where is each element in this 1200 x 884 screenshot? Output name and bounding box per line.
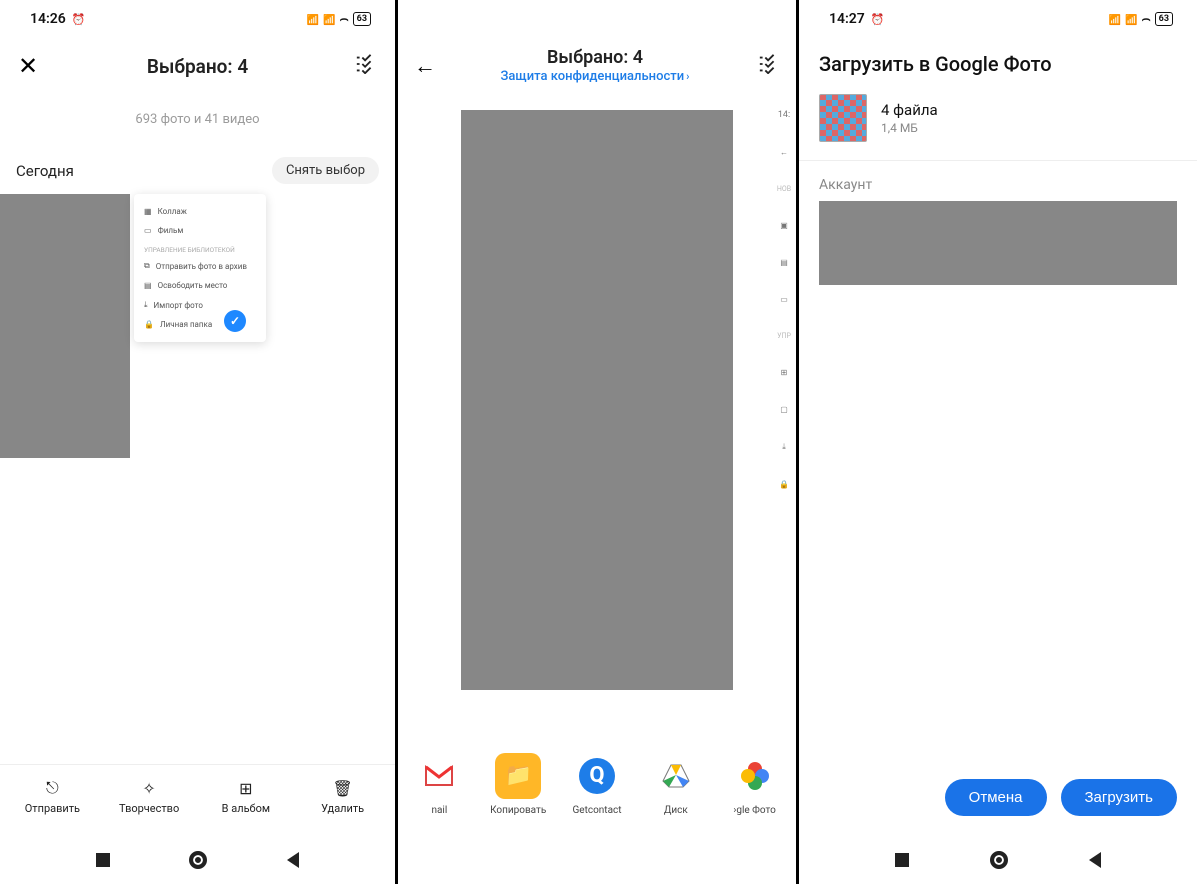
sparkle-icon: ✧ <box>139 778 159 798</box>
thumbnail-area: ▦Коллаж ▭Фильм Управление библиотекой ⧉О… <box>0 194 395 464</box>
privacy-link[interactable]: Защита конфиденциальности› <box>501 69 690 86</box>
status-time: 14:26 <box>30 11 66 27</box>
cancel-button[interactable]: Отмена <box>945 779 1047 816</box>
android-nav-bar <box>0 836 395 884</box>
gmail-icon <box>416 753 462 799</box>
back-button[interactable] <box>287 852 299 868</box>
dialog-buttons-row: Отмена Загрузить <box>799 779 1197 828</box>
menu-item-freeup[interactable]: ▤Освободить место <box>134 276 266 295</box>
menu-item-archive[interactable]: ⧉Отправить фото в архив <box>134 256 266 276</box>
share-target-copy[interactable]: 📁 Копировать <box>482 753 554 816</box>
delete-button[interactable]: 🗑 Удалить <box>299 778 387 815</box>
battery-indicator: 63 <box>353 12 371 26</box>
add-album-icon: ⊞ <box>236 778 256 798</box>
recent-apps-button[interactable] <box>895 853 909 867</box>
menu-item-film[interactable]: ▭Фильм <box>134 221 266 240</box>
share-target-gmail[interactable]: nail <box>403 753 475 816</box>
select-all-icon[interactable] <box>345 54 377 79</box>
date-section-label: Сегодня <box>16 162 74 180</box>
status-time: 14:27 <box>829 11 865 27</box>
deselect-button[interactable]: Снять выбор <box>272 157 379 184</box>
files-summary-row: 4 файла 1,4 МБ <box>799 94 1197 160</box>
screen-gallery-selection: 14:26 ⌢ 63 ✕ Выбрано: 4 693 фото и 41 ви… <box>0 0 398 884</box>
android-nav-bar <box>799 836 1197 884</box>
header-title: Выбрано: 4 <box>547 46 643 69</box>
menu-item-locked[interactable]: 🔒Личная папка <box>134 315 266 334</box>
share-target-getcontact[interactable]: Q Getcontact <box>561 753 633 816</box>
wifi-icon: ⌢ <box>1141 11 1150 27</box>
battery-indicator: 63 <box>1155 12 1173 26</box>
drawer-back-icon[interactable]: ← <box>780 148 788 157</box>
create-button[interactable]: ✧ Творчество <box>105 778 193 815</box>
rail-item-icon[interactable]: ▭ <box>780 295 788 304</box>
chevron-right-icon: › <box>686 70 689 83</box>
menu-section-label: Управление библиотекой <box>134 240 266 256</box>
google-photos-icon <box>732 753 778 799</box>
bottom-action-bar: ⎋ Отправить ✧ Творчество ⊞ В альбом 🗑 Уд… <box>0 764 395 828</box>
status-indicators: ⌢ 63 <box>307 11 371 27</box>
upload-button[interactable]: Загрузить <box>1061 779 1178 816</box>
screen-share-sheet: ← Выбрано: 4 Защита конфиденциальности› … <box>398 0 799 884</box>
menu-item-import[interactable]: ⤓Импорт фото <box>134 295 266 315</box>
drive-icon <box>653 753 699 799</box>
rail-item-icon[interactable]: ▣ <box>780 221 788 230</box>
trash-icon: 🗑 <box>333 778 353 798</box>
signal-icon <box>323 11 335 27</box>
header-title: Выбрано: 4 <box>50 55 345 78</box>
divider <box>799 160 1197 161</box>
status-bar: 14:27 ⌢ 63 <box>799 0 1197 38</box>
signal-icon <box>307 11 319 27</box>
select-all-icon[interactable] <box>748 54 780 79</box>
files-thumbnail <box>819 94 867 142</box>
folder-icon: 📁 <box>495 753 541 799</box>
selection-checkmark-icon: ✓ <box>224 310 246 332</box>
back-button[interactable] <box>1089 852 1101 868</box>
send-icon: ⎋ <box>42 778 62 798</box>
share-target-google-photos[interactable]: ›gle Фото <box>719 753 791 816</box>
rail-item-icon[interactable]: ⤓ <box>782 442 786 452</box>
rail-item-icon[interactable]: ⊞ <box>781 368 788 377</box>
dialog-title: Загрузить в Google Фото <box>799 38 1197 94</box>
share-target-drive[interactable]: Диск <box>640 753 712 816</box>
files-count: 4 файла <box>881 101 938 119</box>
to-album-button[interactable]: ⊞ В альбом <box>202 778 290 815</box>
preview-image[interactable] <box>461 110 733 690</box>
wifi-icon: ⌢ <box>339 11 348 27</box>
menu-item-collage[interactable]: ▦Коллаж <box>134 202 266 221</box>
close-icon[interactable]: ✕ <box>18 52 50 80</box>
status-bar: 14:26 ⌢ 63 <box>0 0 395 38</box>
back-arrow-icon[interactable]: ← <box>414 53 442 79</box>
share-targets-row: nail 📁 Копировать Q Getcontact Диск ›gle… <box>398 736 796 832</box>
files-size: 1,4 МБ <box>881 121 938 135</box>
rail-item-icon[interactable]: ▤ <box>780 258 788 267</box>
side-drawer-rail: 14: ← НОВ ▣ ▤ ▭ УПР ⊞ ▢ ⤓ 🔒 <box>772 106 796 489</box>
rail-item-icon[interactable]: ▢ <box>780 405 788 414</box>
send-button[interactable]: ⎋ Отправить <box>8 778 96 815</box>
screen-upload-dialog: 14:27 ⌢ 63 Загрузить в Google Фото 4 фай… <box>799 0 1197 884</box>
rail-item-icon[interactable]: 🔒 <box>779 480 789 489</box>
account-label: Аккаунт <box>799 177 1197 193</box>
signal-icon <box>1125 11 1137 27</box>
home-button[interactable] <box>189 851 207 869</box>
getcontact-icon: Q <box>574 753 620 799</box>
items-count-subtitle: 693 фото и 41 видео <box>0 112 395 127</box>
home-button[interactable] <box>990 851 1008 869</box>
alarm-icon <box>72 11 86 27</box>
status-indicators: ⌢ 63 <box>1109 11 1173 27</box>
alarm-icon <box>871 11 885 27</box>
overflow-popup-menu: ▦Коллаж ▭Фильм Управление библиотекой ⧉О… <box>134 194 266 342</box>
photo-thumbnail[interactable] <box>0 194 130 458</box>
account-selector[interactable] <box>819 201 1177 285</box>
signal-icon <box>1109 11 1121 27</box>
recent-apps-button[interactable] <box>96 853 110 867</box>
